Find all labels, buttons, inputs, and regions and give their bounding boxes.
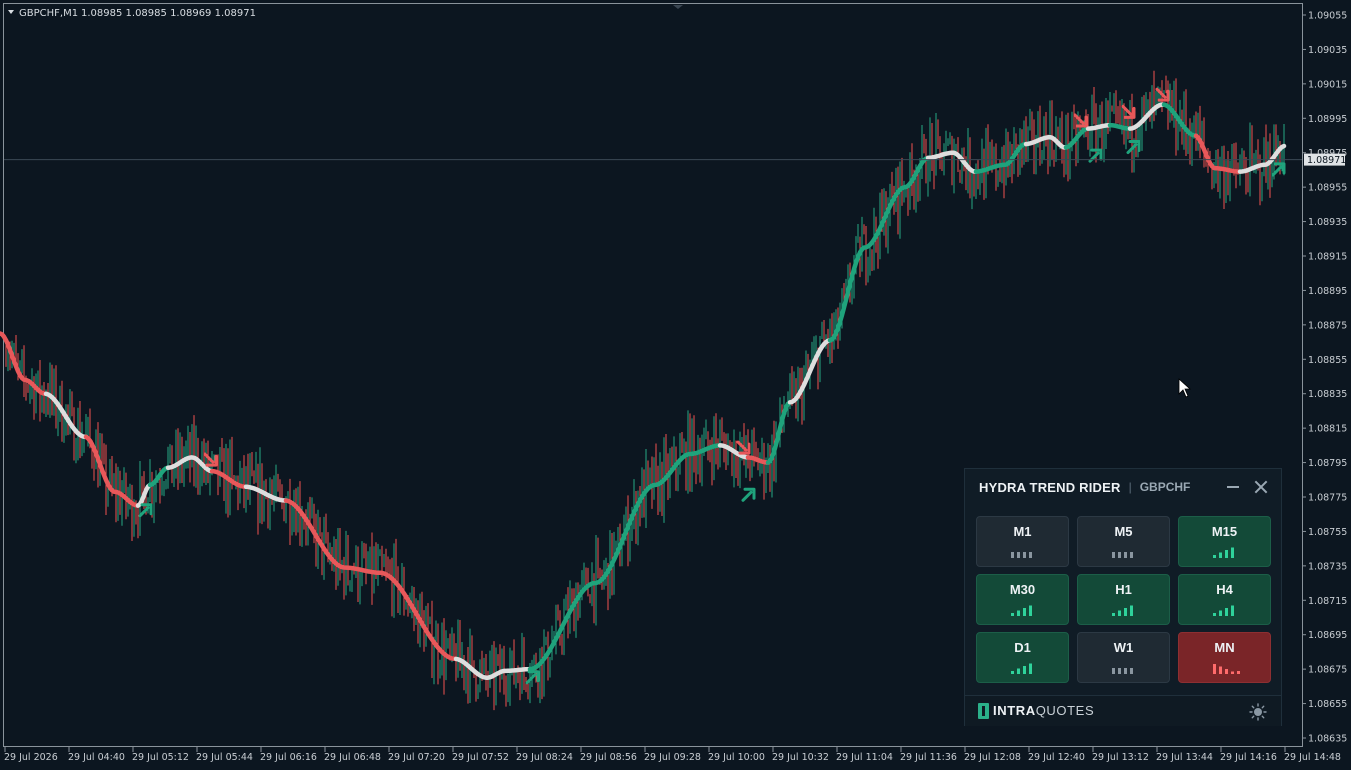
panel-header[interactable]: HYDRA TREND RIDER | GBPCHF: [965, 469, 1281, 505]
x-tick-label: 29 Jul 08:56: [580, 752, 637, 763]
signal-strength-icon: [1112, 605, 1133, 616]
timeframe-tile-m1[interactable]: M1: [976, 516, 1069, 567]
y-tick-label: 1.08875: [1308, 320, 1347, 331]
signal-strength-icon: [1011, 552, 1032, 558]
signal-strength-icon: [1011, 605, 1032, 616]
x-tick-label: 29 Jul 14:48: [1284, 752, 1341, 763]
trend-dashboard-panel[interactable]: HYDRA TREND RIDER | GBPCHF M1 M5 M15 M30 H1 H…: [964, 468, 1282, 726]
timeframe-tile-d1[interactable]: D1: [976, 632, 1069, 683]
timeframe-label: M5: [1114, 524, 1133, 539]
x-tick-label: 29 Jul 12:08: [964, 752, 1021, 763]
x-tick-label: 29 Jul 09:28: [644, 752, 701, 763]
minimize-icon[interactable]: [1223, 477, 1243, 497]
price-axis[interactable]: 1.090551.090351.090151.089951.089751.089…: [1302, 11, 1347, 745]
y-tick-label: 1.08895: [1308, 286, 1347, 297]
signal-strength-icon: [1213, 547, 1234, 558]
x-tick-label: 29 Jul 07:20: [388, 752, 445, 763]
timeframe-label: H4: [1216, 582, 1233, 597]
x-tick-label: 29 Jul 11:04: [836, 752, 893, 763]
current-price-label: 1.08971: [1307, 155, 1346, 166]
y-tick-label: 1.09035: [1308, 45, 1347, 56]
timeframe-label: D1: [1014, 640, 1031, 655]
x-tick-label: 29 Jul 10:32: [772, 752, 829, 763]
x-tick-label: 29 Jul 13:12: [1092, 752, 1149, 763]
symbol-label: GBPCHF,M1: [19, 8, 78, 19]
timeframe-tile-mn[interactable]: MN: [1178, 632, 1271, 683]
x-tick-label: 29 Jul 10:00: [708, 752, 765, 763]
x-tick-label: 29 Jul 2026: [4, 752, 58, 763]
x-tick-label: 29 Jul 06:16: [260, 752, 317, 763]
y-tick-label: 1.08995: [1308, 114, 1347, 125]
timeframe-label: M1: [1013, 524, 1032, 539]
timeframe-tile-m5[interactable]: M5: [1077, 516, 1170, 567]
timeframe-tile-h4[interactable]: H4: [1178, 574, 1271, 625]
y-tick-label: 1.08855: [1308, 355, 1347, 366]
y-tick-label: 1.09015: [1308, 79, 1347, 90]
timeframe-tile-w1[interactable]: W1: [1077, 632, 1170, 683]
current-price-tag: 1.08971: [1304, 153, 1346, 166]
timeframe-label: MN: [1214, 640, 1235, 655]
panel-separator: |: [1128, 480, 1132, 494]
x-tick-label: 29 Jul 05:12: [132, 752, 189, 763]
signal-strength-icon: [1213, 605, 1234, 616]
timeframe-label: M30: [1009, 582, 1036, 597]
y-tick-label: 1.08715: [1308, 596, 1347, 607]
y-tick-label: 1.08795: [1308, 458, 1347, 469]
timeframe-tile-m15[interactable]: M15: [1178, 516, 1271, 567]
y-tick-label: 1.08735: [1308, 561, 1347, 572]
chart-header[interactable]: GBPCHF,M1 1.08985 1.08985 1.08969 1.0897…: [8, 8, 256, 19]
ohlc-label: 1.08985 1.08985 1.08969 1.08971: [81, 8, 256, 19]
panel-footer: INTRAQUOTES: [965, 695, 1281, 726]
x-tick-label: 29 Jul 14:16: [1220, 752, 1277, 763]
brand-bold: INTRA: [993, 703, 1036, 718]
intraquotes-logo-icon: [978, 703, 989, 719]
brand-rest: QUOTES: [1035, 703, 1095, 718]
timeframe-tile-m30[interactable]: M30: [976, 574, 1069, 625]
x-tick-label: 29 Jul 07:52: [452, 752, 509, 763]
x-tick-label: 29 Jul 12:40: [1028, 752, 1085, 763]
y-tick-label: 1.08915: [1308, 252, 1347, 263]
x-tick-label: 29 Jul 11:36: [900, 752, 957, 763]
y-tick-label: 1.08635: [1308, 734, 1347, 745]
x-tick-label: 29 Jul 13:44: [1156, 752, 1213, 763]
x-tick-label: 29 Jul 04:40: [68, 752, 125, 763]
y-tick-label: 1.08755: [1308, 527, 1347, 538]
timeframe-label: W1: [1113, 640, 1134, 655]
timeframe-tile-h1[interactable]: H1: [1077, 574, 1170, 625]
signal-strength-icon: [1011, 663, 1032, 674]
x-tick-label: 29 Jul 08:24: [516, 752, 573, 763]
time-axis[interactable]: 29 Jul 2026 29 Jul 04:40 29 Jul 05:12 29 Ju…: [4, 747, 1341, 763]
y-tick-label: 1.08935: [1308, 217, 1347, 228]
close-icon[interactable]: [1251, 477, 1271, 497]
y-tick-label: 1.08655: [1308, 699, 1347, 710]
timeframe-label: H1: [1115, 582, 1132, 597]
timeframe-label: M15: [1211, 524, 1238, 539]
signal-strength-icon: [1112, 552, 1133, 558]
theme-toggle-icon[interactable]: [1249, 703, 1267, 721]
y-tick-label: 1.08695: [1308, 630, 1347, 641]
y-tick-label: 1.08835: [1308, 389, 1347, 400]
panel-symbol: GBPCHF: [1139, 480, 1191, 494]
signal-strength-icon: [1112, 668, 1133, 674]
panel-title: HYDRA TREND RIDER: [979, 479, 1121, 495]
brand-logo[interactable]: INTRAQUOTES: [993, 703, 1094, 718]
y-tick-label: 1.08675: [1308, 665, 1347, 676]
signal-strength-icon: [1213, 664, 1240, 674]
y-tick-label: 1.08775: [1308, 493, 1347, 504]
y-tick-label: 1.08815: [1308, 424, 1347, 435]
x-tick-label: 29 Jul 05:44: [196, 752, 253, 763]
y-tick-label: 1.09055: [1308, 11, 1347, 22]
y-tick-label: 1.08955: [1308, 183, 1347, 194]
x-tick-label: 29 Jul 06:48: [324, 752, 381, 763]
